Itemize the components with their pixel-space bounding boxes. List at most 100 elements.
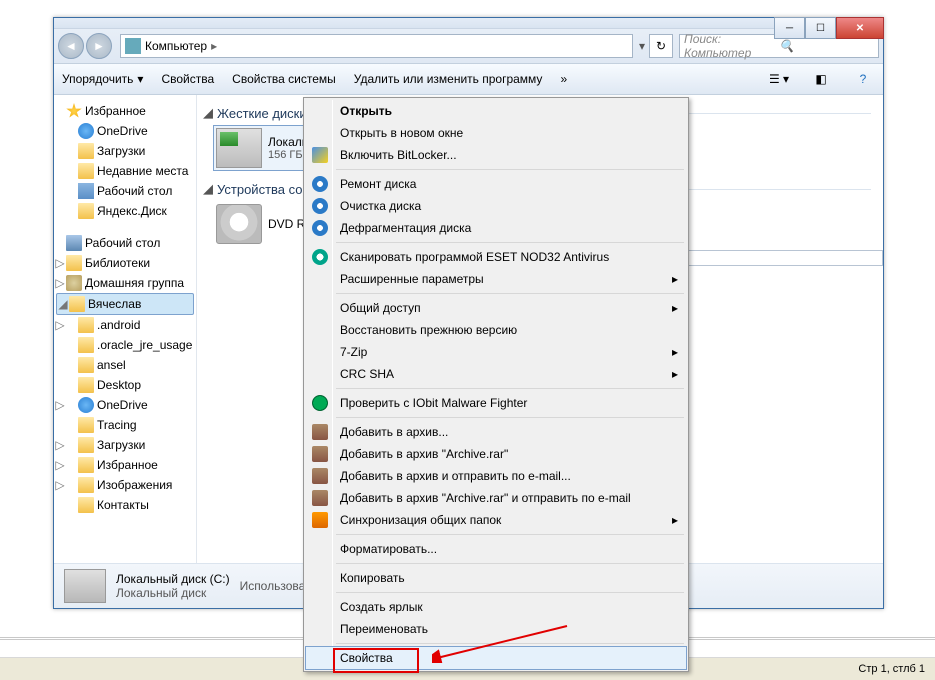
address-bar[interactable]: Компьютер ▸	[120, 34, 633, 58]
folder-icon	[78, 417, 94, 433]
help-button[interactable]: ?	[851, 68, 875, 90]
submenu-arrow-icon: ▸	[672, 301, 678, 315]
favorites-group[interactable]: Избранное	[54, 101, 196, 121]
ctx-format[interactable]: Форматировать...	[306, 538, 686, 560]
status-type: Локальный диск	[116, 586, 230, 600]
folder-icon	[78, 337, 94, 353]
folder-icon	[78, 163, 94, 179]
organize-menu[interactable]: Упорядочить ▾	[62, 72, 143, 86]
address-path: Компьютер	[145, 39, 207, 53]
submenu-arrow-icon: ▸	[672, 513, 678, 527]
sidebar-item-downloads-folder[interactable]: ▷Загрузки	[54, 435, 196, 455]
folder-icon	[78, 377, 94, 393]
uninstall-program-button[interactable]: Удалить или изменить программу	[354, 72, 543, 86]
ctx-rar-add-named[interactable]: Добавить в архив "Archive.rar"	[306, 443, 686, 465]
iobit-icon	[312, 395, 328, 411]
system-properties-button[interactable]: Свойства системы	[232, 72, 336, 86]
sidebar-item-android[interactable]: ▷.android	[54, 315, 196, 335]
sidebar-item-homegroup[interactable]: ▷Домашняя группа	[54, 273, 196, 293]
disk-tool-icon	[312, 220, 328, 236]
properties-button[interactable]: Свойства	[161, 72, 214, 86]
rar-icon	[312, 446, 328, 462]
ctx-open-new-window[interactable]: Открыть в новом окне	[306, 122, 686, 144]
sidebar-item-onedrive[interactable]: OneDrive	[54, 121, 196, 141]
sidebar-item-downloads[interactable]: Загрузки	[54, 141, 196, 161]
ctx-sync-folders[interactable]: Синхронизация общих папок▸	[306, 509, 686, 531]
sidebar-item-oracle[interactable]: .oracle_jre_usage	[54, 335, 196, 355]
desktop-icon	[78, 183, 94, 199]
sidebar-item-favorites-folder[interactable]: ▷Избранное	[54, 455, 196, 475]
breadcrumb-arrow-icon[interactable]: ▸	[211, 39, 217, 53]
back-button[interactable]: ◄	[58, 33, 84, 59]
eset-icon	[312, 249, 328, 265]
view-options-button[interactable]: ☰ ▾	[767, 68, 791, 90]
dvd-icon	[216, 204, 262, 244]
sidebar-item-contacts[interactable]: Контакты	[54, 495, 196, 515]
cloud-icon	[78, 123, 94, 139]
sidebar-item-desktop-folder[interactable]: Desktop	[54, 375, 196, 395]
hdd-icon	[64, 569, 106, 603]
preview-pane-button[interactable]: ◧	[809, 68, 833, 90]
monitor-icon	[66, 235, 82, 251]
sidebar-item-onedrive-folder[interactable]: ▷OneDrive	[54, 395, 196, 415]
status-name: Локальный диск (C:)	[116, 572, 230, 586]
sidebar-item-libraries[interactable]: ▷Библиотеки	[54, 253, 196, 273]
folder-icon	[78, 357, 94, 373]
ctx-disk-repair[interactable]: Ремонт диска	[306, 173, 686, 195]
minimize-button[interactable]: ─	[774, 17, 805, 39]
folder-icon	[78, 203, 94, 219]
ctx-rar-add[interactable]: Добавить в архив...	[306, 421, 686, 443]
sidebar-item-user[interactable]: ◢Вячеслав	[56, 293, 194, 315]
folder-icon	[78, 497, 94, 513]
chevron-down-icon: ▾	[137, 72, 143, 86]
ctx-iobit-scan[interactable]: Проверить с IObit Malware Fighter	[306, 392, 686, 414]
ctx-advanced[interactable]: Расширенные параметры▸	[306, 268, 686, 290]
collapse-icon: ◢	[203, 105, 213, 121]
folder-icon	[78, 477, 94, 493]
sidebar-item-ansel[interactable]: ansel	[54, 355, 196, 375]
ctx-restore[interactable]: Восстановить прежнюю версию	[306, 319, 686, 341]
ctx-disk-cleanup[interactable]: Очистка диска	[306, 195, 686, 217]
rar-icon	[312, 424, 328, 440]
ctx-copy[interactable]: Копировать	[306, 567, 686, 589]
ctx-eset-scan[interactable]: Сканировать программой ESET NOD32 Antivi…	[306, 246, 686, 268]
collapse-icon: ◢	[203, 181, 213, 197]
ctx-create-shortcut[interactable]: Создать ярлык	[306, 596, 686, 618]
ctx-open[interactable]: Открыть	[306, 100, 686, 122]
ctx-disk-defrag[interactable]: Дефрагментация диска	[306, 217, 686, 239]
sidebar-item-images[interactable]: ▷Изображения	[54, 475, 196, 495]
submenu-arrow-icon: ▸	[672, 367, 678, 381]
window-frame-top	[54, 18, 883, 29]
sidebar-item-tracing[interactable]: Tracing	[54, 415, 196, 435]
navigation-pane: Избранное OneDrive Загрузки Недавние мес…	[54, 95, 197, 573]
refresh-button[interactable]: ↻	[649, 34, 673, 58]
close-button[interactable]: ✕	[836, 17, 884, 39]
submenu-arrow-icon: ▸	[672, 345, 678, 359]
toolbar-overflow-button[interactable]: »	[560, 72, 567, 86]
submenu-arrow-icon: ▸	[672, 272, 678, 286]
ctx-rar-email[interactable]: Добавить в архив и отправить по e-mail..…	[306, 465, 686, 487]
maximize-button[interactable]: ☐	[805, 17, 836, 39]
ctx-rar-named-email[interactable]: Добавить в архив "Archive.rar" и отправи…	[306, 487, 686, 509]
disk-tool-icon	[312, 198, 328, 214]
search-placeholder: Поиск: Компьютер	[684, 32, 779, 60]
sidebar-item-desktop[interactable]: Рабочий стол	[54, 181, 196, 201]
star-icon	[66, 103, 82, 119]
ctx-crc-sha[interactable]: CRC SHA▸	[306, 363, 686, 385]
command-bar: Упорядочить ▾ Свойства Свойства системы …	[54, 64, 883, 95]
libraries-icon	[66, 255, 82, 271]
address-dropdown-icon[interactable]: ▾	[639, 39, 645, 53]
ctx-rename[interactable]: Переименовать	[306, 618, 686, 640]
ctx-bitlocker[interactable]: Включить BitLocker...	[306, 144, 686, 166]
computer-icon	[125, 38, 141, 54]
desktop-group[interactable]: Рабочий стол	[54, 233, 196, 253]
ctx-share[interactable]: Общий доступ▸	[306, 297, 686, 319]
sidebar-item-recent[interactable]: Недавние места	[54, 161, 196, 181]
forward-button[interactable]: ►	[86, 33, 112, 59]
rar-icon	[312, 468, 328, 484]
folder-icon	[78, 437, 94, 453]
highlight-annotation	[333, 648, 419, 673]
hdd-icon	[216, 128, 262, 168]
sidebar-item-yandexdisk[interactable]: Яндекс.Диск	[54, 201, 196, 221]
ctx-7zip[interactable]: 7-Zip▸	[306, 341, 686, 363]
